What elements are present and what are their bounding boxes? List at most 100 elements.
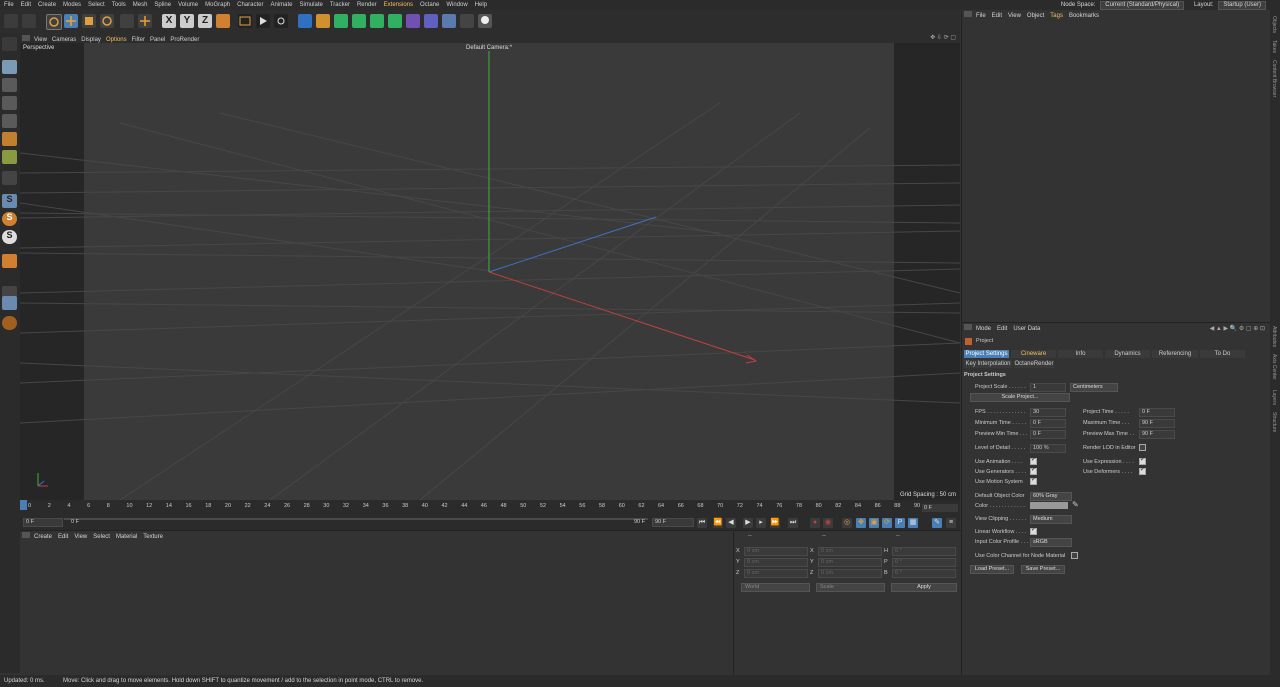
preview-min-field[interactable]: 0 F: [1030, 430, 1066, 439]
dock-tab-objects[interactable]: Objects: [1271, 16, 1277, 33]
viewport-panel-icon[interactable]: [22, 35, 30, 41]
cube-icon[interactable]: [298, 14, 312, 28]
tweak-icon[interactable]: [2, 254, 17, 268]
field-icon[interactable]: [424, 14, 438, 28]
rotate-tool-icon[interactable]: [100, 14, 114, 28]
cloner-icon[interactable]: [370, 14, 384, 28]
add-tool-icon[interactable]: [138, 14, 152, 28]
coord-value-field[interactable]: 0 °: [892, 547, 956, 556]
light-icon[interactable]: [478, 14, 492, 28]
axis-mode-icon[interactable]: [2, 171, 17, 185]
mograph-icon[interactable]: [388, 14, 402, 28]
object-menu-object[interactable]: Object: [1027, 10, 1044, 22]
attribute-menu-edit[interactable]: Edit: [997, 323, 1007, 335]
default-object-color-dropdown[interactable]: 60% Gray: [1030, 492, 1072, 501]
attribute-menu-mode[interactable]: Mode: [976, 323, 991, 335]
timeline-ruler[interactable]: 0 2 4 6 8 10 12 14 16 18 20 22 24 26 28 30 32 34 36 38 40 42 4…: [20, 500, 960, 516]
use-deformers-checkbox[interactable]: [1139, 466, 1146, 475]
menu-simulate[interactable]: Simulate: [300, 0, 323, 10]
menu-edit[interactable]: Edit: [21, 0, 31, 10]
load-preset-button[interactable]: Load Preset...: [970, 565, 1014, 574]
scheme-icon[interactable]: ✎: [932, 518, 942, 528]
object-menu-bookmarks[interactable]: Bookmarks: [1069, 10, 1099, 22]
input-color-profile-dropdown[interactable]: sRGB: [1030, 538, 1072, 547]
node-space-dropdown[interactable]: Current (Standard/Physical): [1100, 1, 1185, 10]
min-time-field[interactable]: 0 F: [1030, 419, 1066, 428]
viewport-camera-label[interactable]: Default Camera:*: [466, 45, 512, 51]
y-axis-lock-icon[interactable]: Y: [180, 14, 194, 28]
menu-volume[interactable]: Volume: [178, 0, 198, 10]
points-mode-icon[interactable]: [2, 96, 17, 110]
world-dropdown[interactable]: World: [741, 583, 810, 592]
coord-value-field[interactable]: 0 cm: [818, 558, 882, 567]
menu-extensions[interactable]: Extensions: [384, 0, 413, 10]
attribute-menu-user-data[interactable]: User Data: [1013, 323, 1040, 335]
use-motion-checkbox[interactable]: [1030, 476, 1037, 485]
undo-icon[interactable]: [4, 14, 18, 28]
object-menu-view[interactable]: View: [1008, 10, 1021, 22]
timeline-menu-icon[interactable]: ≡: [946, 518, 956, 528]
range-slider[interactable]: 0 F 90 F: [64, 518, 648, 525]
menu-octane[interactable]: Octane: [420, 0, 439, 10]
coord-value-field[interactable]: 0 cm: [818, 547, 882, 556]
render-view-icon[interactable]: [238, 14, 252, 28]
coord-value-field[interactable]: 0 cm: [744, 547, 808, 556]
view-clipping-dropdown[interactable]: Medium: [1030, 515, 1072, 524]
tab-info[interactable]: Info: [1058, 350, 1103, 358]
coord-value-field[interactable]: 0 cm: [818, 569, 882, 578]
x-axis-lock-icon[interactable]: X: [162, 14, 176, 28]
menu-tools[interactable]: Tools: [112, 0, 126, 10]
key-rotation-icon[interactable]: ⟳: [882, 518, 892, 528]
coordinate-system-icon[interactable]: [216, 14, 230, 28]
next-key-icon[interactable]: ⏩: [770, 518, 780, 528]
max-frame-field[interactable]: 90 F: [652, 518, 694, 527]
menu-animate[interactable]: Animate: [270, 0, 292, 10]
render-settings-icon[interactable]: [274, 14, 288, 28]
render-lod-checkbox[interactable]: [1139, 444, 1146, 451]
project-time-field[interactable]: 0 F: [1139, 408, 1175, 417]
scale-tool-icon[interactable]: [82, 14, 96, 28]
current-frame-field[interactable]: 0 F: [23, 518, 63, 527]
3d-viewport[interactable]: Perspective Default Camera:* Grid Spacin…: [20, 43, 960, 500]
layout-dropdown[interactable]: Startup (User): [1218, 1, 1266, 10]
floor-icon[interactable]: [442, 14, 456, 28]
coord-value-field[interactable]: 0 cm: [744, 558, 808, 567]
lod-field[interactable]: 100 %: [1030, 444, 1066, 453]
play-icon[interactable]: ▶: [743, 518, 753, 528]
eyedropper-icon[interactable]: ✎: [1072, 500, 1079, 509]
menu-tracker[interactable]: Tracker: [330, 0, 350, 10]
menu-select[interactable]: Select: [88, 0, 105, 10]
project-scale-unit-dropdown[interactable]: Centimeters: [1070, 383, 1118, 392]
use-animation-checkbox[interactable]: [1030, 456, 1037, 465]
dock-tab-takes[interactable]: Takes: [1271, 40, 1277, 53]
object-menu-file[interactable]: File: [976, 10, 986, 22]
menu-mograph[interactable]: MoGraph: [205, 0, 230, 10]
menu-spline[interactable]: Spline: [154, 0, 171, 10]
coord-value-field[interactable]: 0 °: [892, 558, 956, 567]
material-menu-edit[interactable]: Edit: [58, 531, 68, 543]
menu-render[interactable]: Render: [357, 0, 377, 10]
subdivision-icon[interactable]: [334, 14, 348, 28]
key-pla-icon[interactable]: ▦: [908, 518, 918, 528]
preview-max-field[interactable]: 90 F: [1139, 430, 1175, 439]
dock-tab-structure[interactable]: Structure: [1271, 412, 1277, 432]
tab-key-interpolation[interactable]: Key Interpolation: [964, 360, 1012, 368]
select-tool-icon[interactable]: [46, 14, 62, 30]
go-to-start-icon[interactable]: ⏮: [697, 518, 707, 528]
attribute-nav-icons[interactable]: ◀ ▲ ▶ 🔍 ⚙ ▢ ⊕ ⊡: [1210, 323, 1265, 335]
max-time-field[interactable]: 90 F: [1139, 419, 1175, 428]
go-to-end-icon[interactable]: ⏭: [788, 518, 798, 528]
previous-frame-icon[interactable]: ◀: [726, 518, 736, 528]
locked-workplane-icon[interactable]: [2, 296, 17, 310]
extrude-icon[interactable]: [352, 14, 366, 28]
tab-project-settings[interactable]: Project Settings: [964, 350, 1009, 358]
menu-help[interactable]: Help: [475, 0, 487, 10]
key-param-icon[interactable]: P: [895, 518, 905, 528]
playhead[interactable]: [20, 500, 27, 510]
save-preset-button[interactable]: Save Preset...: [1021, 565, 1065, 574]
z-axis-lock-icon[interactable]: Z: [198, 14, 212, 28]
fps-field[interactable]: 30: [1030, 408, 1066, 417]
autokey-icon[interactable]: ◉: [823, 518, 833, 528]
linear-workflow-checkbox[interactable]: [1030, 526, 1037, 535]
recent-tool-icon[interactable]: [120, 14, 134, 28]
